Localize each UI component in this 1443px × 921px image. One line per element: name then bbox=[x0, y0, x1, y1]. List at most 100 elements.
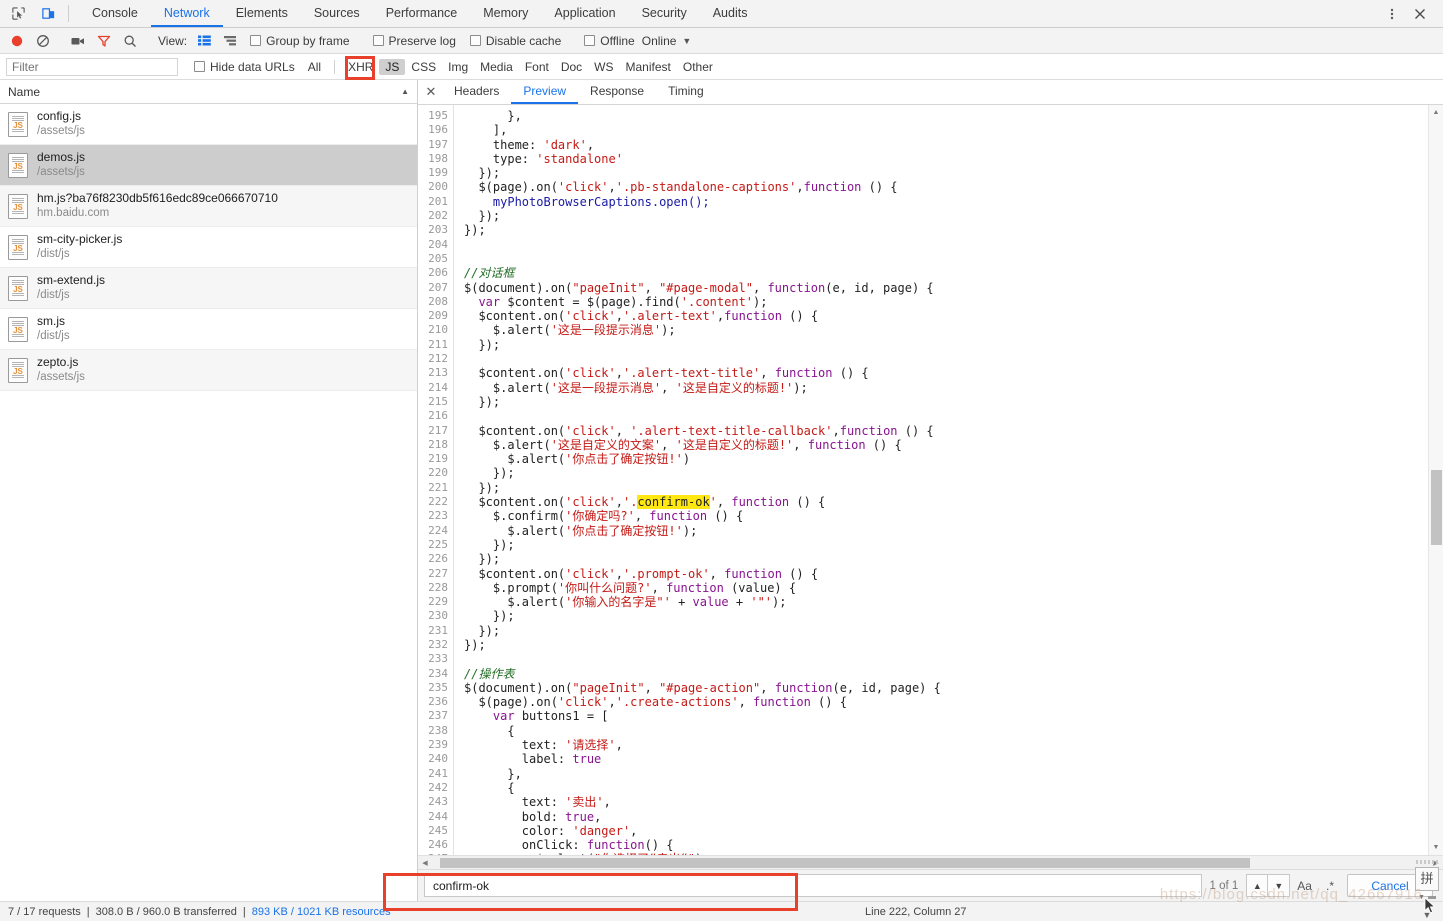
line-number: 228 bbox=[428, 580, 448, 594]
line-number: 229 bbox=[428, 595, 448, 609]
request-name: sm.js bbox=[37, 314, 65, 328]
list-item[interactable]: JS sm-city-picker.js /dist/js bbox=[0, 227, 417, 268]
list-item[interactable]: JS sm-extend.js /dist/js bbox=[0, 268, 417, 309]
clear-icon[interactable] bbox=[30, 30, 56, 52]
filter-type-manifest[interactable]: Manifest bbox=[620, 59, 677, 75]
filter-funnel-icon[interactable] bbox=[91, 30, 117, 52]
code-line: //操作表 bbox=[464, 666, 515, 681]
list-item[interactable]: JS demos.js /assets/js bbox=[0, 145, 417, 186]
code-line: $(document).on("pageInit", "#page-action… bbox=[464, 680, 941, 695]
kebab-menu-icon[interactable] bbox=[1379, 3, 1405, 25]
tabstrip-left-icons bbox=[0, 0, 64, 27]
tab-security[interactable]: Security bbox=[629, 0, 700, 27]
group-by-frame-checkbox[interactable]: Group by frame bbox=[250, 34, 350, 48]
ime-drag-handle[interactable] bbox=[1416, 860, 1438, 864]
sort-ascending-icon[interactable]: ▲ bbox=[401, 87, 409, 96]
code-content[interactable]: }, ], theme: 'dark', type: 'standalone' … bbox=[454, 105, 1443, 855]
status-bar: 7 / 17 requests | 308.0 B / 960.0 B tran… bbox=[0, 901, 1443, 921]
code-line: $.alert('这是自定义的文案', '这是自定义的标题!', functio… bbox=[464, 437, 902, 452]
throttle-select[interactable]: Online bbox=[642, 34, 677, 48]
inspect-element-icon[interactable] bbox=[6, 3, 30, 25]
ime-mode-label[interactable]: 拼 bbox=[1415, 867, 1439, 891]
code-line: $(page).on('click','.create-actions', fu… bbox=[464, 695, 847, 710]
list-item[interactable]: JS zepto.js /assets/js bbox=[0, 350, 417, 391]
chevron-down-icon[interactable]: ▼ bbox=[682, 36, 691, 46]
request-list-header[interactable]: Name ▲ bbox=[0, 80, 417, 104]
tab-headers[interactable]: Headers bbox=[442, 80, 511, 104]
filter-type-all[interactable]: All bbox=[302, 59, 327, 75]
scrollbar-thumb[interactable] bbox=[1431, 470, 1442, 545]
disable-cache-checkbox[interactable]: Disable cache bbox=[469, 34, 561, 48]
scroll-left-icon[interactable]: ◀ bbox=[418, 859, 432, 867]
code-line: }); bbox=[464, 480, 501, 495]
line-number: 203 bbox=[428, 223, 448, 237]
tab-memory[interactable]: Memory bbox=[470, 0, 541, 27]
list-item[interactable]: JS hm.js?ba76f8230db5f616edc89ce06667071… bbox=[0, 186, 417, 227]
code-line: $content.on('click','.alert-text',functi… bbox=[464, 309, 819, 324]
tab-preview[interactable]: Preview bbox=[511, 80, 579, 104]
filter-type-css[interactable]: CSS bbox=[405, 59, 442, 75]
filter-type-ws[interactable]: WS bbox=[588, 59, 619, 75]
line-number: 196 bbox=[428, 123, 448, 137]
chevron-up-icon[interactable]: ▲ bbox=[1246, 874, 1269, 897]
code-line: var buttons1 = [ bbox=[492, 709, 609, 724]
tab-performance[interactable]: Performance bbox=[373, 0, 471, 27]
list-item[interactable]: JS sm.js /dist/js bbox=[0, 309, 417, 350]
camera-icon[interactable] bbox=[65, 30, 91, 52]
filter-input[interactable] bbox=[6, 57, 178, 76]
filter-type-media[interactable]: Media bbox=[474, 59, 519, 75]
devtools-window: Console Network Elements Sources Perform… bbox=[0, 0, 1443, 921]
preserve-log-checkbox[interactable]: Preserve log bbox=[372, 34, 456, 48]
filter-type-xhr[interactable]: XHR bbox=[342, 59, 379, 75]
request-list-empty-area bbox=[0, 646, 417, 901]
tab-sources[interactable]: Sources bbox=[301, 0, 373, 27]
tab-timing[interactable]: Timing bbox=[656, 80, 716, 104]
close-icon[interactable]: ✕ bbox=[420, 80, 442, 104]
close-icon[interactable] bbox=[1407, 3, 1433, 25]
list-view-icon[interactable] bbox=[191, 30, 217, 52]
line-number: 200 bbox=[428, 180, 448, 194]
tab-network[interactable]: Network bbox=[150, 0, 223, 27]
filter-type-other[interactable]: Other bbox=[677, 59, 719, 75]
code-line: }, bbox=[464, 109, 522, 123]
tab-response[interactable]: Response bbox=[578, 80, 656, 104]
match-case-toggle[interactable]: Aa bbox=[1290, 879, 1319, 893]
hide-data-urls-checkbox[interactable]: Hide data URLs bbox=[194, 60, 295, 74]
tab-audits[interactable]: Audits bbox=[700, 0, 761, 27]
vertical-scrollbar[interactable]: ▲ ▼ bbox=[1428, 105, 1443, 855]
tab-application[interactable]: Application bbox=[541, 0, 628, 27]
filter-type-font[interactable]: Font bbox=[519, 59, 555, 75]
line-number: 207 bbox=[428, 280, 448, 294]
line-number: 233 bbox=[428, 652, 448, 666]
device-toolbar-icon[interactable] bbox=[36, 3, 60, 25]
checkbox-box bbox=[250, 35, 262, 46]
waterfall-view-icon[interactable] bbox=[217, 30, 243, 52]
filter-bar: Hide data URLs All XHR JS CSS Img Media … bbox=[0, 54, 1443, 80]
search-icon[interactable] bbox=[117, 30, 143, 52]
line-number: 220 bbox=[428, 466, 448, 480]
checkbox-box bbox=[372, 35, 384, 46]
chevron-down-icon[interactable]: ▼ bbox=[1268, 874, 1291, 897]
search-input[interactable] bbox=[424, 874, 1202, 897]
filter-type-js[interactable]: JS bbox=[379, 58, 406, 75]
request-info: demos.js /assets/js bbox=[37, 150, 85, 180]
regex-icon[interactable]: .* bbox=[1319, 879, 1341, 893]
record-icon[interactable] bbox=[4, 30, 30, 52]
line-number: 236 bbox=[428, 695, 448, 709]
line-number: 215 bbox=[428, 394, 448, 408]
horizontal-scrollbar[interactable]: ◀ ▶ bbox=[418, 855, 1443, 869]
scrollbar-thumb[interactable] bbox=[440, 858, 1250, 868]
code-viewer[interactable]: 195 196 197 198 199 200 201 202 203 204 205 206 207 2… bbox=[418, 105, 1443, 855]
scroll-down-icon[interactable]: ▼ bbox=[1429, 840, 1443, 855]
tab-elements[interactable]: Elements bbox=[223, 0, 301, 27]
scroll-up-icon[interactable]: ▲ bbox=[1429, 105, 1443, 120]
filter-type-doc[interactable]: Doc bbox=[555, 59, 588, 75]
line-number: 227 bbox=[428, 566, 448, 580]
filter-type-img[interactable]: Img bbox=[442, 59, 474, 75]
tab-console[interactable]: Console bbox=[79, 0, 151, 27]
code-line: $.prompt('你叫什么问题?', function (value) { bbox=[464, 580, 797, 595]
main-split: Name ▲ JS config.js /assets/js JS demos.… bbox=[0, 80, 1443, 920]
offline-checkbox[interactable]: Offline bbox=[584, 34, 635, 48]
list-item[interactable]: JS config.js /assets/js bbox=[0, 104, 417, 145]
